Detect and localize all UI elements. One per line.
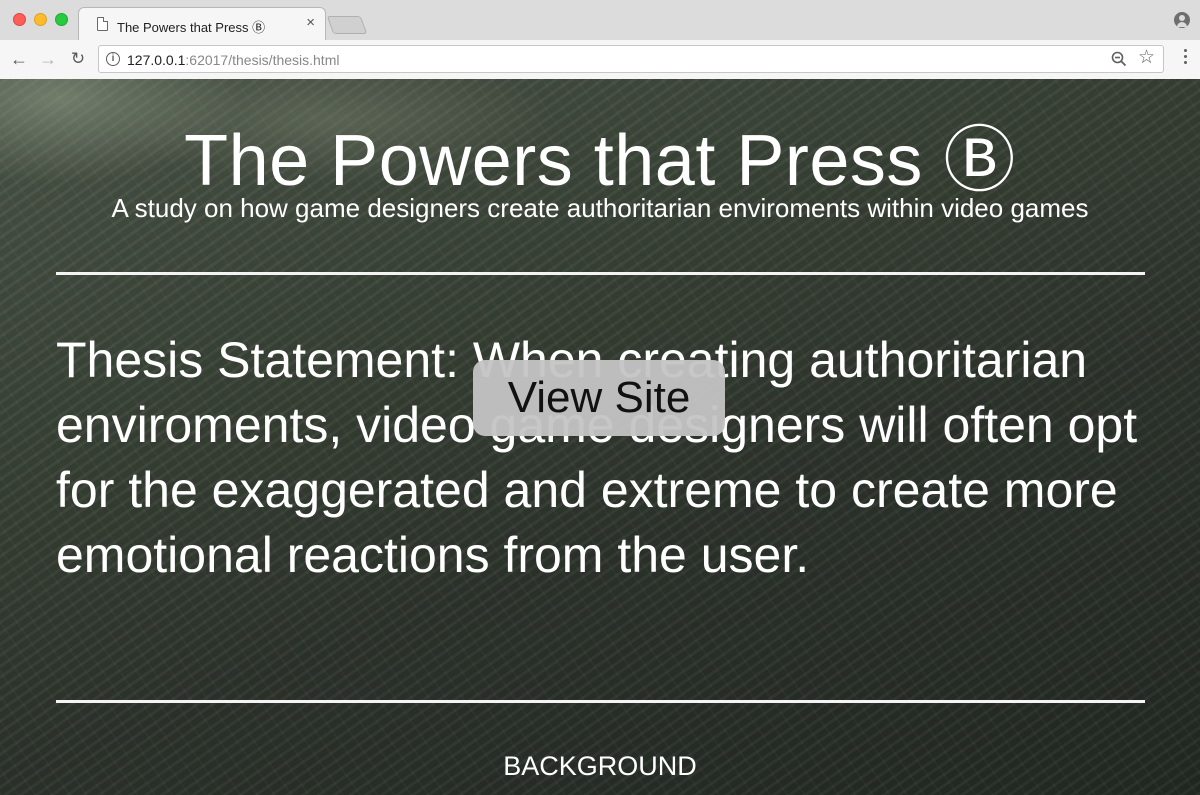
browser-chrome: The Powers that Press Ⓑ × ← → ↻ i 127.0.… bbox=[0, 0, 1200, 79]
new-tab-button[interactable] bbox=[326, 16, 368, 34]
close-window-button[interactable] bbox=[13, 13, 26, 26]
minimize-window-button[interactable] bbox=[34, 13, 47, 26]
tab-active[interactable]: The Powers that Press Ⓑ × bbox=[78, 7, 326, 40]
page-title: The Powers that Press Ⓑ bbox=[184, 121, 1016, 201]
url-text[interactable]: 127.0.0.1:62017/thesis/thesis.html bbox=[127, 52, 339, 68]
toolbar: ← → ↻ i 127.0.0.1:62017/thesis/thesis.ht… bbox=[0, 40, 1200, 79]
url-path: :62017/thesis/thesis.html bbox=[185, 52, 340, 68]
address-bar[interactable]: i 127.0.0.1:62017/thesis/thesis.html ☆ bbox=[98, 45, 1164, 73]
bottom-divider bbox=[56, 700, 1145, 703]
zoom-icon[interactable] bbox=[1111, 51, 1127, 67]
top-divider bbox=[56, 272, 1145, 275]
reload-icon[interactable]: ↻ bbox=[67, 48, 89, 70]
maximize-window-button[interactable] bbox=[55, 13, 68, 26]
tab-close-icon[interactable]: × bbox=[306, 15, 315, 31]
background-heading: BACKGROUND bbox=[503, 751, 697, 781]
page-viewport: The Powers that Press Ⓑ A study on how g… bbox=[0, 79, 1200, 795]
back-icon[interactable]: ← bbox=[8, 48, 30, 70]
page-icon bbox=[97, 17, 108, 31]
forward-icon[interactable]: → bbox=[37, 48, 59, 70]
info-icon[interactable]: i bbox=[106, 52, 120, 66]
bookmark-star-icon[interactable]: ☆ bbox=[1138, 48, 1155, 68]
tab-strip: The Powers that Press Ⓑ × bbox=[0, 0, 1200, 40]
view-site-button[interactable]: View Site bbox=[473, 360, 725, 436]
page-subtitle: A study on how game designers create aut… bbox=[111, 193, 1089, 223]
profile-icon[interactable] bbox=[1174, 12, 1190, 28]
browser-menu-icon[interactable] bbox=[1184, 49, 1188, 67]
url-host: 127.0.0.1 bbox=[127, 52, 186, 68]
tab-title: The Powers that Press Ⓑ bbox=[117, 20, 266, 35]
